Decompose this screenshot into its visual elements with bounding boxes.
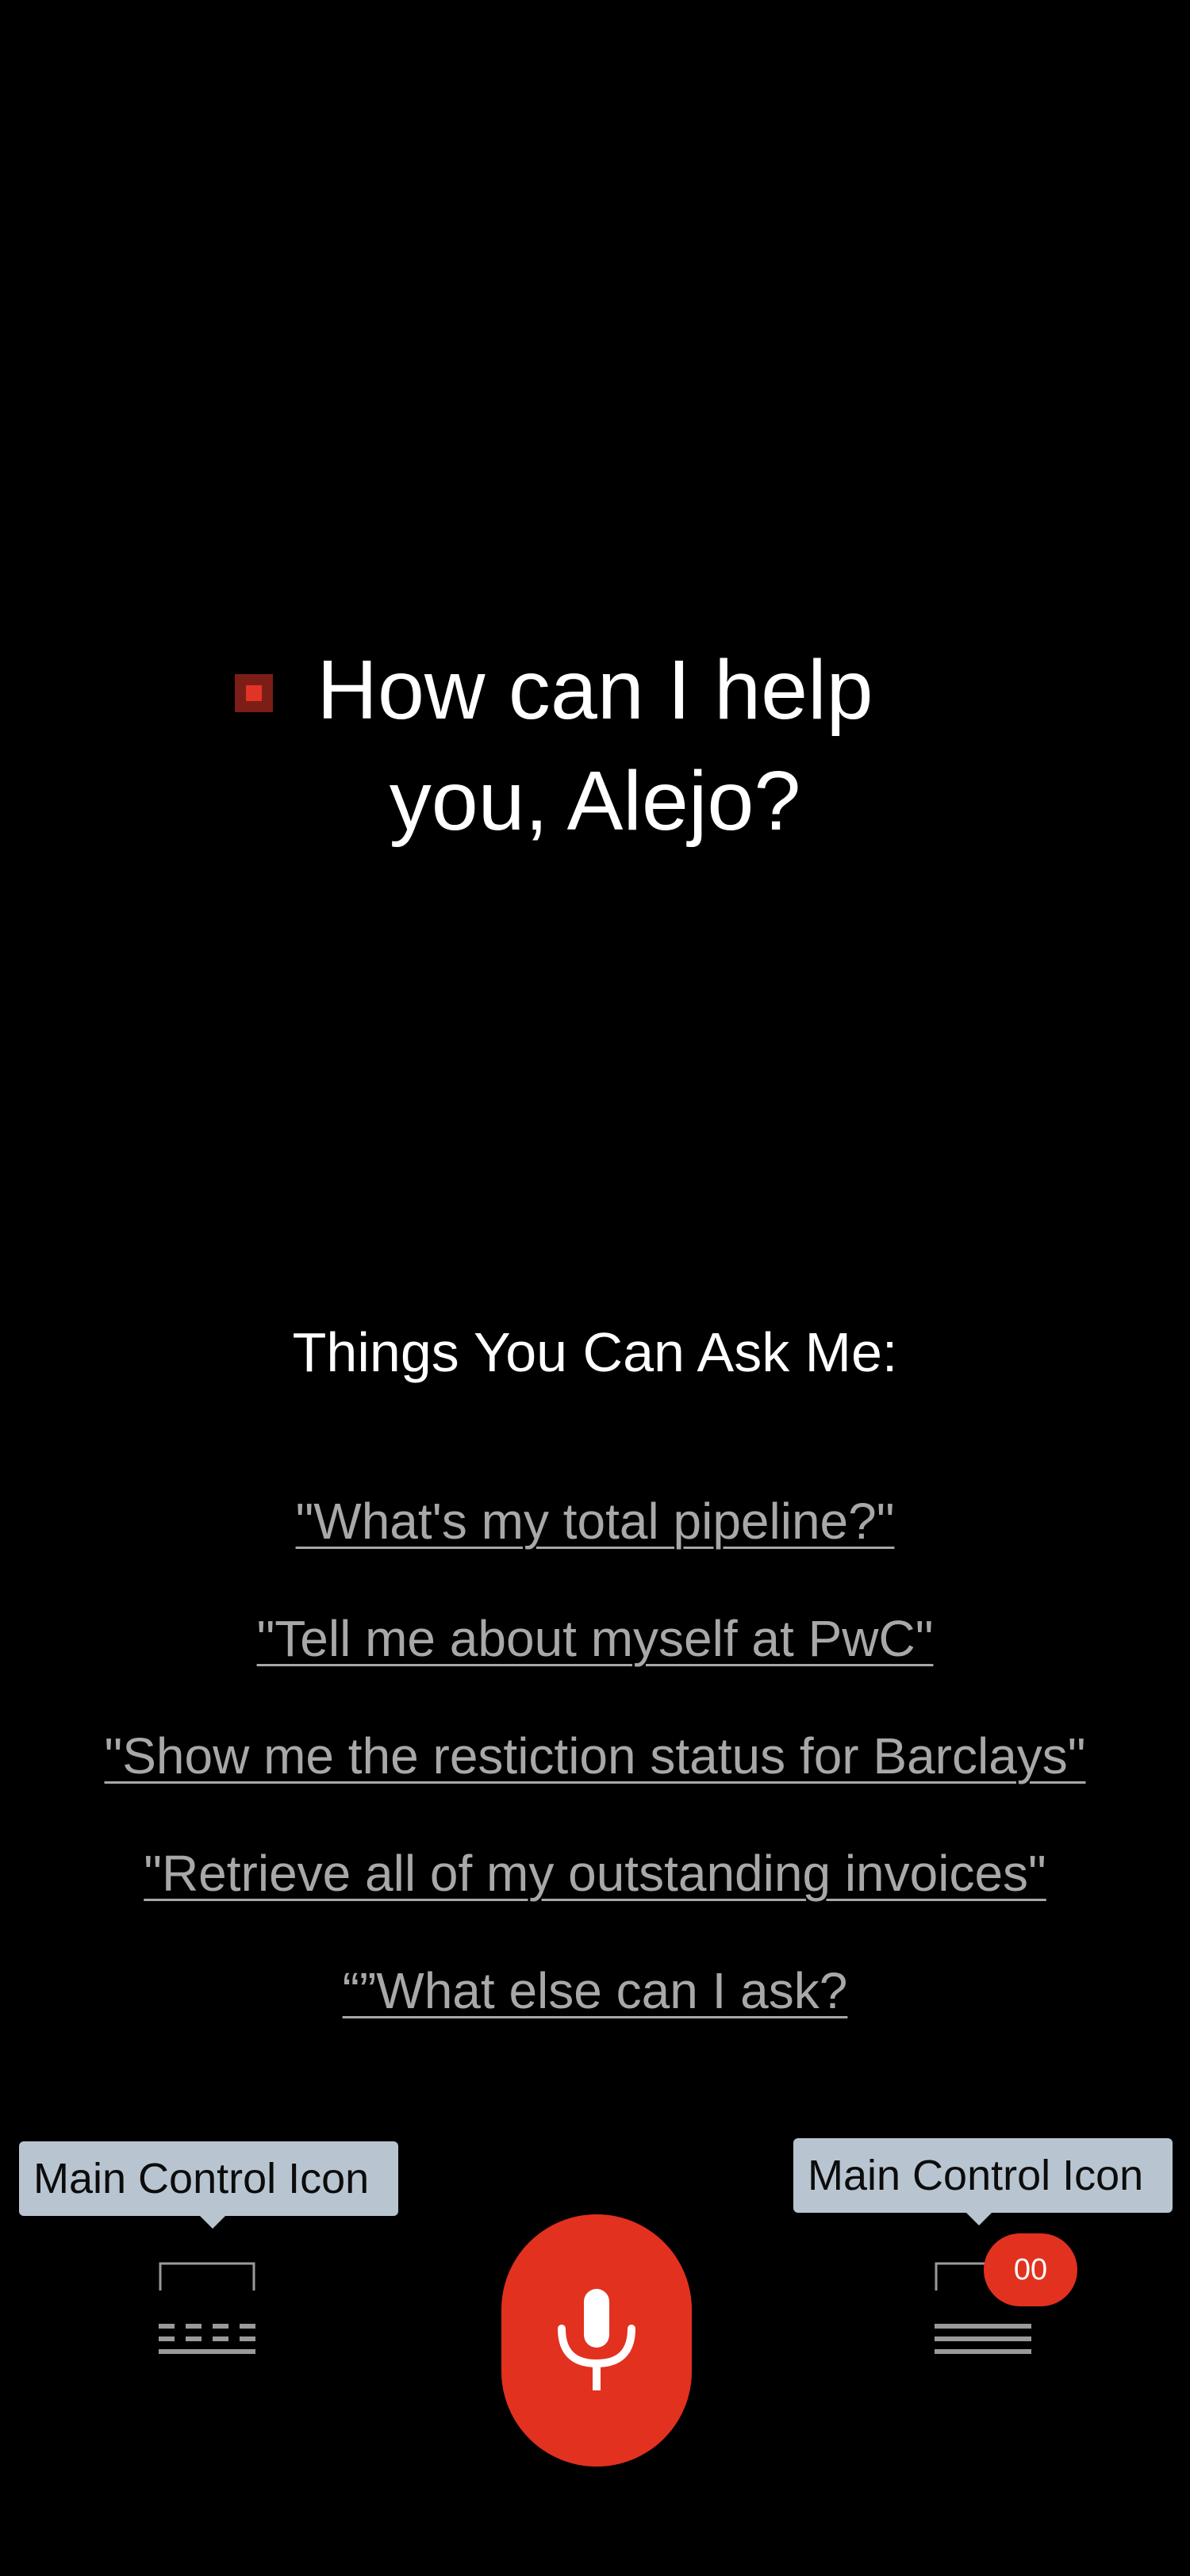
tooltip-left: Main Control Icon <box>19 2141 398 2229</box>
suggestion-what-else[interactable]: “”What else can I ask? <box>343 1962 848 2019</box>
notification-badge: 00 <box>984 2233 1077 2306</box>
list-item: "Tell me about myself at PwC" <box>0 1600 1190 1718</box>
keyboard-icon[interactable] <box>159 2260 257 2363</box>
suggestions-heading: Things You Can Ask Me: <box>292 1321 898 1383</box>
suggestion-list: "What's my total pipeline?" "Tell me abo… <box>0 1483 1190 2070</box>
greeting-line-2: you, Alejo? <box>389 754 801 848</box>
suggestion-outstanding-invoices[interactable]: "Retrieve all of my outstanding invoices… <box>144 1845 1046 1902</box>
suggestion-about-myself[interactable]: "Tell me about myself at PwC" <box>257 1610 934 1667</box>
tooltip-right-label: Main Control Icon <box>808 2152 1144 2199</box>
list-item: “”What else can I ask? <box>0 1953 1190 2070</box>
tooltip-right-arrow <box>966 2213 992 2225</box>
tooltip-left-arrow <box>200 2216 225 2229</box>
list-item: "What's my total pipeline?" <box>0 1483 1190 1600</box>
suggestion-restriction-status[interactable]: "Show me the restiction status for Barcl… <box>104 1727 1085 1784</box>
list-item: "Show me the restiction status for Barcl… <box>0 1718 1190 1835</box>
tooltip-left-label: Main Control Icon <box>33 2155 370 2202</box>
greeting-line-1: How can I help <box>317 643 873 737</box>
greeting: How can I help you, Alejo? <box>0 634 1190 857</box>
microphone-button[interactable] <box>501 2214 692 2467</box>
list-item: "Retrieve all of my outstanding invoices… <box>0 1835 1190 1953</box>
tooltip-right: Main Control Icon <box>793 2138 1173 2225</box>
microphone-icon <box>558 2289 635 2390</box>
suggestion-total-pipeline[interactable]: "What's my total pipeline?" <box>296 1493 895 1550</box>
